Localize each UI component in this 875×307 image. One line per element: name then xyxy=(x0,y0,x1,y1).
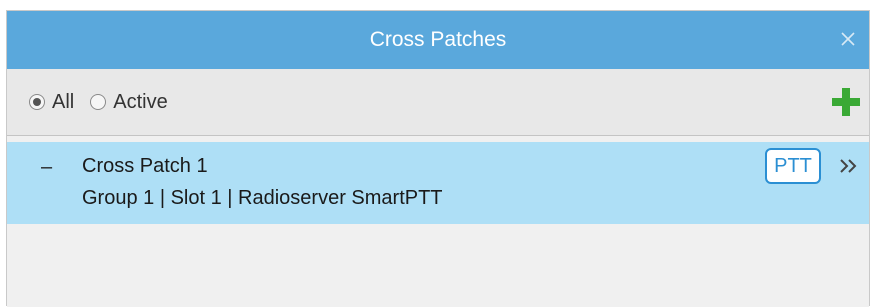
cross-patches-panel: Cross Patches All Active – Cross Patch 1… xyxy=(6,10,870,307)
plus-icon xyxy=(832,88,860,116)
expand-details-button[interactable] xyxy=(837,154,861,178)
cross-patch-name: Cross Patch 1 xyxy=(82,155,208,177)
close-icon xyxy=(841,32,855,46)
filter-radio-active-label: Active xyxy=(113,90,168,113)
double-chevron-right-icon xyxy=(840,159,857,173)
filter-radio-all[interactable]: All xyxy=(29,91,74,114)
cross-patch-list: – Cross Patch 1 Group 1 | Slot 1 | Radio… xyxy=(7,136,869,307)
radio-selected-dot xyxy=(33,98,41,106)
radio-circle xyxy=(90,94,107,110)
add-cross-patch-button[interactable] xyxy=(829,85,863,119)
filter-radio-active[interactable]: Active xyxy=(90,90,168,114)
radio-circle xyxy=(29,94,45,110)
ptt-button-label: PTT xyxy=(774,154,812,177)
panel-title: Cross Patches xyxy=(369,28,507,51)
collapse-button[interactable]: – xyxy=(41,156,59,178)
filter-bar: All Active xyxy=(7,69,869,136)
filter-radio-all-label: All xyxy=(52,90,75,113)
ptt-button[interactable]: PTT xyxy=(765,148,821,184)
cross-patch-members: Group 1 | Slot 1 | Radioserver SmartPTT xyxy=(82,187,443,209)
close-button[interactable] xyxy=(835,26,861,52)
cross-patch-row[interactable]: – Cross Patch 1 Group 1 | Slot 1 | Radio… xyxy=(7,142,869,224)
panel-titlebar: Cross Patches xyxy=(7,11,869,69)
